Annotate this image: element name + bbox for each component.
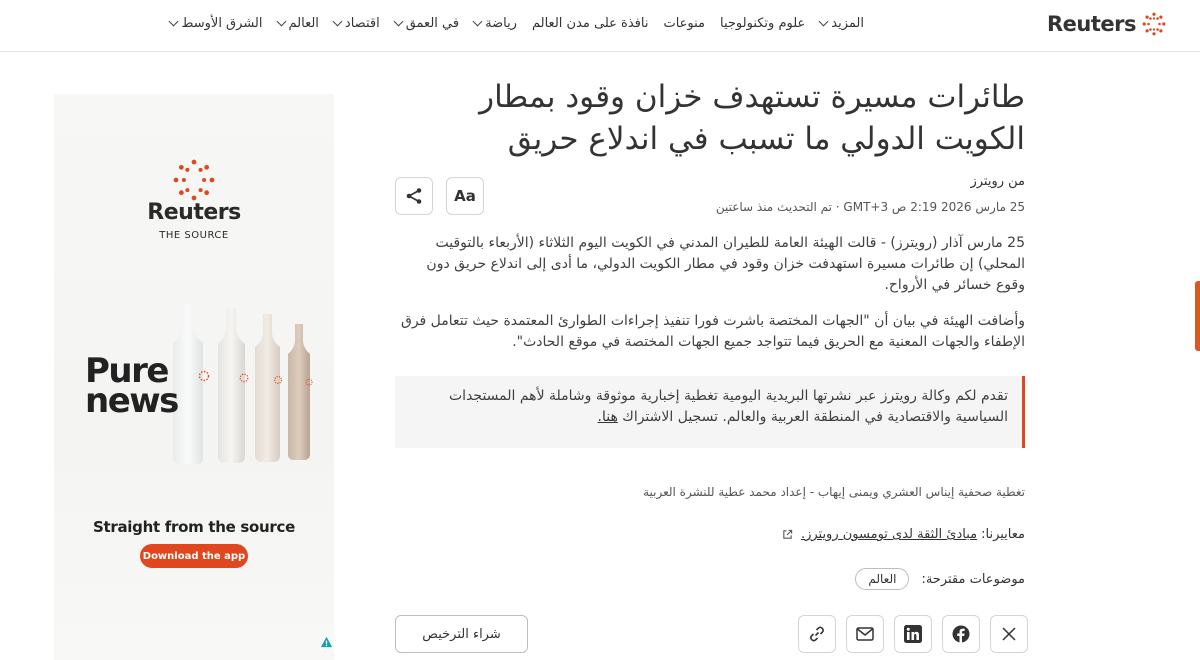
ad-brand-name: Reuters [147,200,241,225]
nav-label: العالم [288,15,319,31]
standards-label: معاييرنا: [981,527,1025,542]
suggested-topics: موضوعات مقترحة: العالم [855,568,1025,590]
share-facebook-button[interactable] [942,615,980,653]
email-icon [856,627,874,641]
share-email-button[interactable] [846,615,884,653]
topics-label: موضوعات مقترحة: [921,571,1025,587]
article-paragraph: 25 مارس آذار (رويترز) - قالت الهيئة العا… [426,235,1025,293]
nav-label: علوم وتكنولوجيا [720,15,806,31]
feedback-tab[interactable] [1195,281,1200,351]
nav-item-world-cities[interactable]: نافذة على مدن العالم [532,16,648,31]
ad-tagline: Straight from the source [93,518,295,536]
nav-item-economy[interactable]: اقتصاد [332,15,380,31]
nav-item-variety[interactable]: منوعات [663,16,705,31]
nav-label: منوعات [663,15,706,31]
nav-label: رياضة [485,15,517,31]
nav-item-middle-east[interactable]: الشرق الأوسط [168,15,263,31]
newsletter-promo: تقدم لكم وكالة رويترز عبر نشرتها البريدي… [395,376,1025,448]
main-nav: الشرق الأوسط العالم اقتصاد في العمق رياض… [168,12,864,34]
chevron-down-icon [276,16,286,26]
ad-download-button[interactable]: Download the app [140,544,248,568]
promo-signup-link[interactable]: هنا. [598,409,618,425]
reuters-logo-mark-icon [1142,12,1166,36]
linkedin-icon [904,625,922,643]
reuters-logo[interactable]: Reuters [1047,9,1166,39]
promo-text: تقدم لكم وكالة رويترز عبر نشرتها البريدي… [449,388,1008,425]
chevron-down-icon [472,16,483,26]
link-icon [810,626,824,642]
external-link-icon [783,529,793,539]
text-size-button[interactable]: Aa [446,177,484,215]
logo-wordmark: Reuters [1046,12,1137,36]
ad-headline: Pure news [85,354,179,421]
nav-label: نافذة على مدن العالم [531,15,649,31]
share-icon [406,188,422,204]
bottles-image [173,304,313,464]
article-paragraph: وأضافت الهيئة في بيان أن "الجهات المختصة… [400,313,1025,350]
article-dateline: 25 مارس 2026 2:19 ص GMT+3 · تم التحديث م… [715,200,1025,214]
nav-label: الشرق الأوسط [181,15,263,31]
article-credit: تغطية صحفية إيناس العشري ويمنى إيهاب - إ… [643,485,1025,499]
article-headline: طائرات مسيرة تستهدف خزان وقود بمطار الكو… [479,79,1025,157]
standards-line: معاييرنا: مبادئ الثقة لدى تومسون رويترز. [782,527,1025,542]
x-icon [1002,627,1016,641]
ad-brand-subtitle: THE SOURCE [159,230,229,241]
facebook-icon [952,625,970,643]
reuters-logo-mark-icon [173,159,215,201]
nav-item-world[interactable]: العالم [276,15,319,31]
trust-principles-link[interactable]: مبادئ الثقة لدى تومسون رويترز. [801,527,977,542]
chevron-down-icon [168,16,179,26]
chevron-down-icon [332,16,343,26]
top-navigation-bar: Reuters الشرق الأوسط العالم اقتصاد في ال… [0,0,1200,52]
nav-item-in-depth[interactable]: في العمق [393,15,460,31]
purchase-license-button[interactable]: شراء الترخيص [395,615,528,653]
share-x-button[interactable] [990,615,1028,653]
article-byline[interactable]: من رويترز [970,174,1025,189]
nav-label: اقتصاد [344,15,380,31]
ad-headline-line2: news [85,381,179,421]
nav-item-sports[interactable]: رياضة [472,15,517,31]
nav-label: المزيد [831,15,864,31]
adchoices-icon[interactable] [320,636,333,649]
chevron-down-icon [393,16,404,26]
chevron-down-icon [818,16,829,26]
share-button[interactable] [395,177,433,215]
copy-link-button[interactable] [798,615,836,653]
nav-item-more[interactable]: المزيد [818,15,864,31]
advertisement[interactable]: Reuters THE SOURCE Pure news Straight fr… [54,94,334,660]
nav-label: في العمق [405,15,460,31]
share-linkedin-button[interactable] [894,615,932,653]
topic-chip[interactable]: العالم [855,568,910,590]
article: طائرات مسيرة تستهدف خزان وقود بمطار الكو… [395,70,1028,653]
nav-item-science-tech[interactable]: علوم وتكنولوجيا [720,16,805,31]
